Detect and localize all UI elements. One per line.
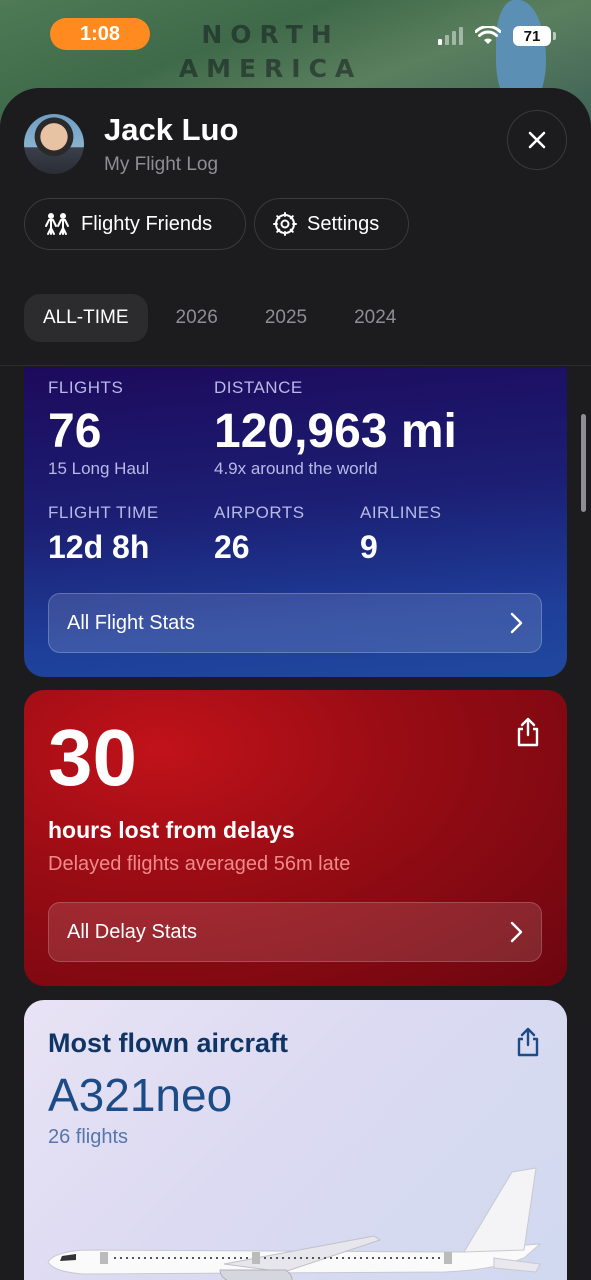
chevron-right-icon: [510, 612, 523, 634]
aircraft-illustration: [47, 1167, 542, 1280]
flight-log-sheet: Jack Luo My Flight Log Flighty Friends S…: [0, 88, 591, 1280]
airlines-value: 9: [360, 529, 378, 565]
delay-average-text: Delayed flights averaged 56m late: [48, 853, 351, 875]
flights-sub: 15 Long Haul: [48, 459, 150, 478]
all-delay-stats-button[interactable]: All Delay Stats: [48, 902, 542, 962]
share-icon[interactable]: [513, 1026, 543, 1058]
airlines-label: AIRLINES: [360, 503, 442, 522]
cellular-signal-icon: [438, 27, 463, 45]
sheet-header: Jack Luo My Flight Log Flighty Friends S…: [0, 88, 591, 366]
aircraft-card-title: Most flown aircraft: [48, 1028, 289, 1058]
aircraft-model: A321neo: [48, 1069, 233, 1121]
airports-label: AIRPORTS: [214, 503, 305, 522]
people-icon: [45, 213, 69, 235]
settings-label: Settings: [307, 212, 380, 235]
distance-sub: 4.9x around the world: [214, 459, 378, 478]
battery-icon: 71: [513, 26, 556, 46]
scrollbar[interactable]: [581, 414, 586, 512]
flights-value: 76: [48, 405, 102, 458]
settings-button[interactable]: Settings: [254, 198, 409, 250]
distance-label: DISTANCE: [214, 378, 303, 397]
delay-stats-card: 30 hours lost from delays Delayed flight…: [24, 690, 567, 986]
airports-value: 26: [214, 529, 250, 565]
gear-icon: [273, 212, 297, 236]
flight-time-label: FLIGHT TIME: [48, 503, 159, 522]
flight-time-value: 12d 8h: [48, 529, 150, 565]
all-flight-stats-button[interactable]: All Flight Stats: [48, 593, 542, 653]
all-flight-stats-label: All Flight Stats: [67, 611, 195, 634]
close-icon: [528, 131, 546, 149]
delay-hours-label: hours lost from delays: [48, 817, 295, 843]
close-button[interactable]: [507, 110, 567, 170]
tab-2024[interactable]: 2024: [335, 294, 415, 342]
chevron-right-icon: [510, 921, 523, 943]
most-flown-aircraft-card: Most flown aircraft A321neo 26 flights: [24, 1000, 567, 1280]
flighty-friends-button[interactable]: Flighty Friends: [24, 198, 246, 250]
avatar[interactable]: [24, 114, 84, 174]
time-range-tabs: ALL-TIME 2026 2025 2024: [24, 294, 424, 342]
distance-value: 120,963 mi: [214, 405, 457, 458]
flighty-friends-label: Flighty Friends: [81, 212, 213, 235]
tab-2025[interactable]: 2025: [246, 294, 326, 342]
tab-2026[interactable]: 2026: [157, 294, 237, 342]
battery-level: 71: [523, 27, 541, 45]
status-icons: 71: [438, 26, 556, 46]
delay-hours-value: 30: [48, 713, 137, 802]
status-time: 1:08: [50, 18, 150, 50]
flights-label: FLIGHTS: [48, 378, 124, 397]
map-label-america: AMERICA: [178, 54, 363, 83]
tab-all-time[interactable]: ALL-TIME: [24, 294, 148, 342]
flight-stats-card: FLIGHTS 76 15 Long Haul DISTANCE 120,963…: [24, 367, 567, 677]
share-icon[interactable]: [513, 716, 543, 748]
all-delay-stats-label: All Delay Stats: [67, 920, 198, 943]
wifi-icon: [475, 26, 501, 44]
user-subtitle: My Flight Log: [104, 154, 219, 175]
user-name: Jack Luo: [104, 112, 239, 147]
